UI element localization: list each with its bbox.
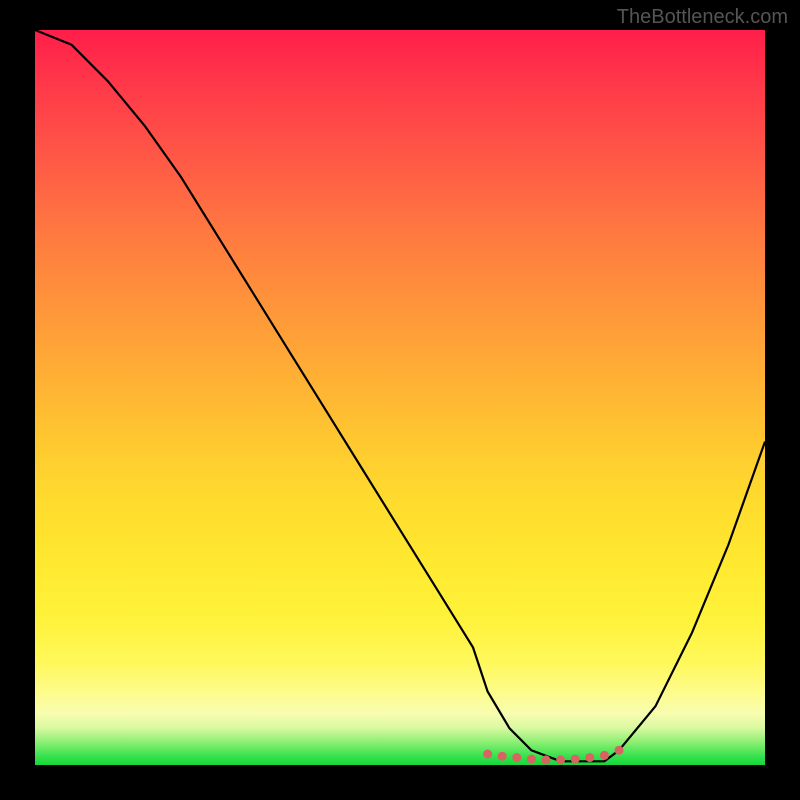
- highlight-dot: [585, 753, 594, 762]
- chart-svg: [35, 30, 765, 765]
- highlight-dot: [527, 755, 536, 764]
- watermark-text: TheBottleneck.com: [617, 6, 788, 29]
- highlight-dot: [542, 755, 551, 764]
- highlight-dot: [512, 753, 521, 762]
- highlight-dot: [498, 752, 507, 761]
- chart-plot-area: [35, 30, 765, 765]
- highlight-dot: [600, 751, 609, 760]
- highlight-dot: [556, 755, 565, 764]
- highlight-dot: [483, 750, 492, 759]
- highlight-dot: [571, 755, 580, 764]
- bottleneck-curve-path: [35, 30, 765, 761]
- highlight-dot: [615, 746, 624, 755]
